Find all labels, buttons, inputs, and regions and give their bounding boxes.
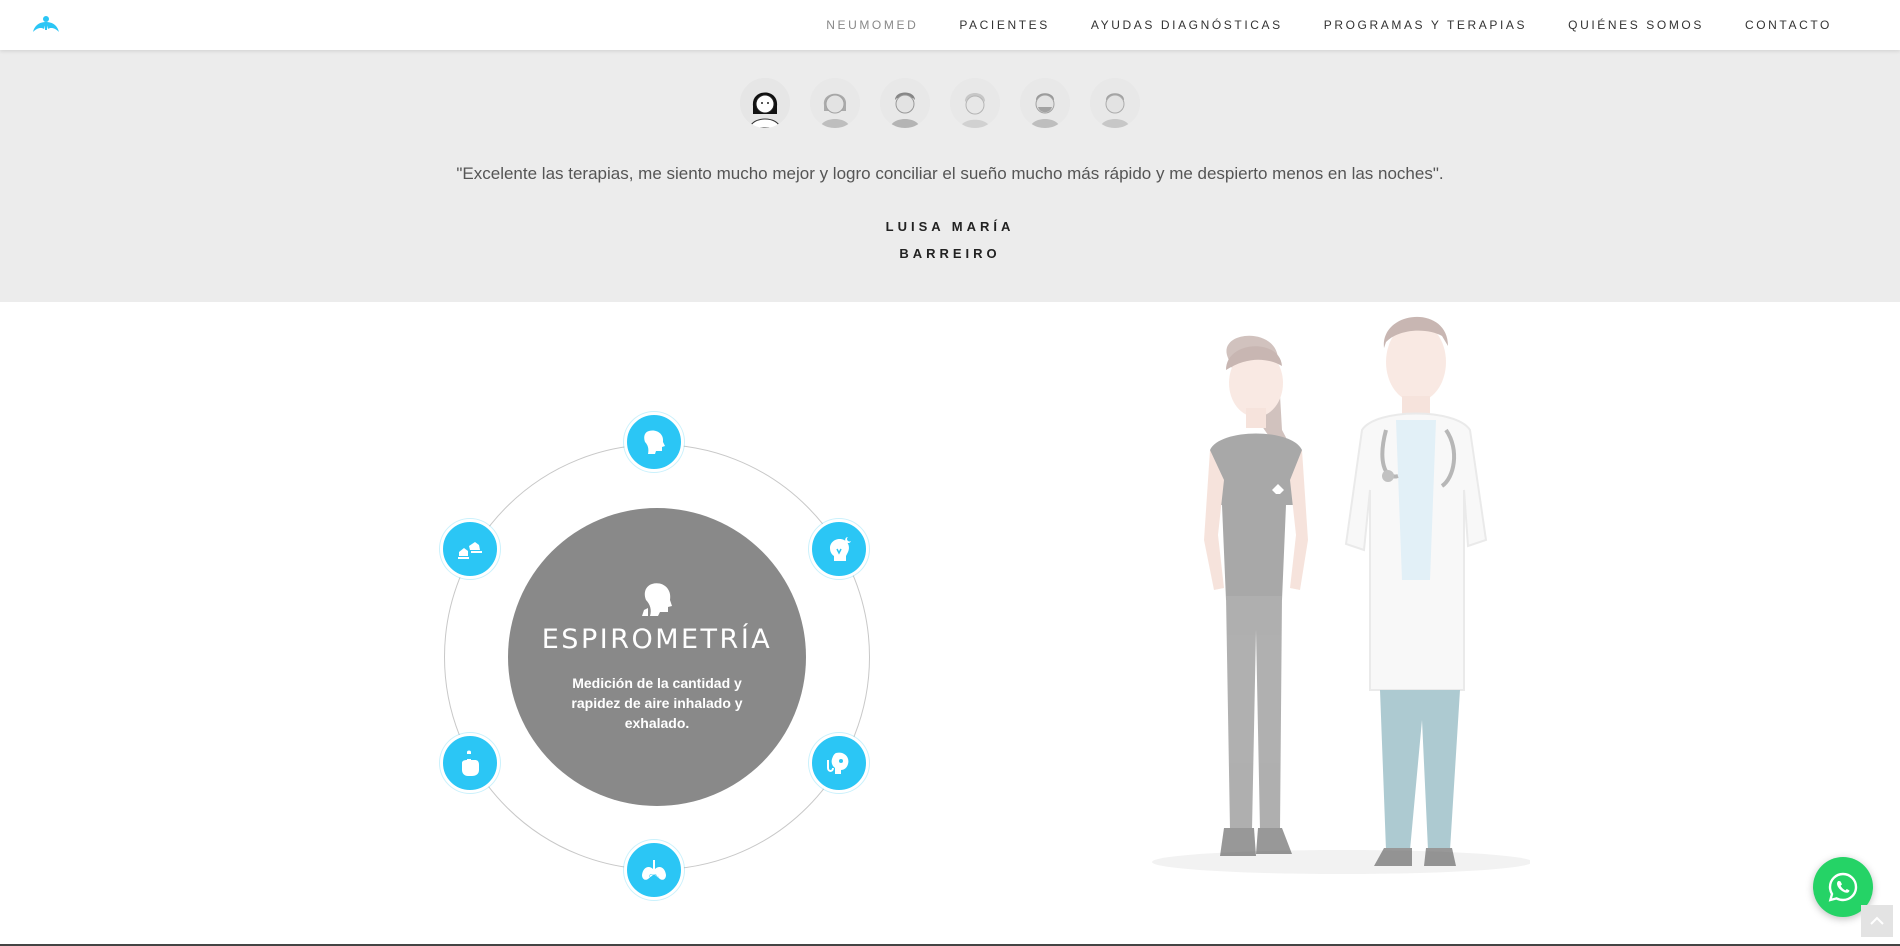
- man-avatar-icon[interactable]: [880, 78, 930, 128]
- services-wheel: ESPIROMETRÍA Medición de la cantidad y r…: [440, 412, 874, 902]
- active-service-panel: ESPIROMETRÍA Medición de la cantidad y r…: [508, 508, 806, 806]
- bearded-man-avatar-icon[interactable]: [1020, 78, 1070, 128]
- service-node-valoracion[interactable]: [809, 733, 869, 793]
- whatsapp-icon: [1828, 872, 1858, 902]
- elderly-woman-avatar-icon[interactable]: [950, 78, 1000, 128]
- woman-avatar-icon[interactable]: [810, 78, 860, 128]
- nav-ayudas-diagnosticas[interactable]: AYUDAS DIAGNÓSTICAS: [1091, 18, 1283, 32]
- head-lungs-icon: [638, 580, 676, 618]
- nav-quienes-somos[interactable]: QUIÉNES SOMOS: [1568, 18, 1704, 32]
- testimonial-section: "Excelente las terapias, me siento mucho…: [0, 50, 1900, 302]
- service-node-espirometria[interactable]: [624, 412, 684, 472]
- stethoscope-head-icon: [827, 752, 849, 774]
- scroll-to-top-button[interactable]: [1861, 905, 1893, 937]
- active-service-description: Medición de la cantidad y rapidez de air…: [571, 675, 743, 731]
- site-header: NEUMOMED PACIENTES AYUDAS DIAGNÓSTICAS P…: [0, 0, 1900, 50]
- lungs-co2-icon: CO₂: [642, 860, 666, 880]
- nav-contacto[interactable]: CONTACTO: [1745, 18, 1832, 32]
- main-nav: NEUMOMED PACIENTES AYUDAS DIAGNÓSTICAS P…: [785, 0, 1832, 50]
- author-second-line: BARREIRO: [899, 246, 1001, 261]
- finger-oximeter-icon: [462, 750, 479, 776]
- testimonial-quote: "Excelente las terapias, me siento mucho…: [456, 164, 1444, 183]
- nurse-and-doctor-illustration: [1130, 300, 1532, 880]
- man-avatar-icon[interactable]: [1090, 78, 1140, 128]
- head-profile-icon: [644, 430, 665, 454]
- svg-text:CO₂: CO₂: [649, 874, 659, 880]
- active-service-title: ESPIROMETRÍA: [541, 624, 773, 655]
- service-node-oximetria[interactable]: [440, 733, 500, 793]
- nav-neumomed[interactable]: NEUMOMED: [826, 18, 918, 32]
- testimonial-author: LUISA MARÍA BARREIRO: [0, 213, 1900, 267]
- service-node-co2[interactable]: CO₂: [624, 840, 684, 900]
- chevron-up-icon: [1870, 916, 1884, 925]
- nav-programas-y-terapias[interactable]: PROGRAMAS Y TERAPIAS: [1324, 18, 1527, 32]
- service-node-caminata[interactable]: [440, 519, 500, 579]
- nav-pacientes[interactable]: PACIENTES: [959, 18, 1050, 32]
- head-brain-sleep-icon: [830, 537, 851, 561]
- service-node-polisomnografia[interactable]: [809, 519, 869, 579]
- author-first-line: LUISA MARÍA: [885, 219, 1015, 234]
- woman-avatar-icon[interactable]: [740, 78, 790, 128]
- neumomed-logo-icon[interactable]: [30, 13, 62, 37]
- walking-feet-icon: [458, 542, 482, 559]
